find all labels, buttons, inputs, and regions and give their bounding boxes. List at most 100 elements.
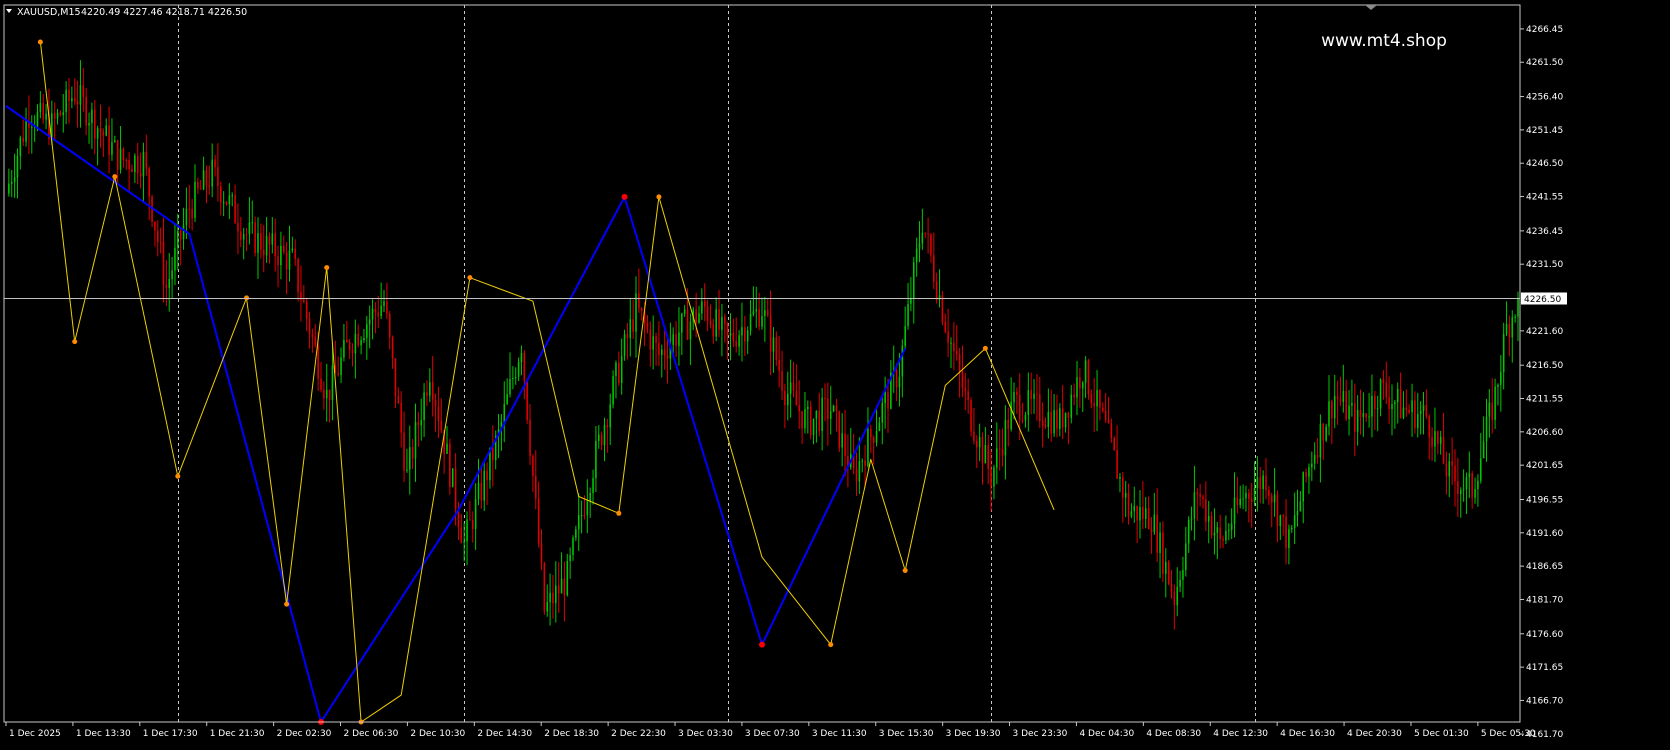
candle-body bbox=[1428, 416, 1431, 438]
candle-body bbox=[924, 232, 927, 234]
candle-body bbox=[1167, 561, 1170, 584]
candle-body bbox=[1394, 402, 1396, 405]
time-tick-label: 3 Dec 07:30 bbox=[745, 729, 800, 739]
candle-body bbox=[10, 181, 13, 184]
candle-body bbox=[1064, 412, 1067, 428]
candle-body bbox=[738, 335, 740, 347]
candle-body bbox=[512, 378, 514, 380]
time-tick-label: 2 Dec 14:30 bbox=[477, 729, 532, 739]
candle-body bbox=[1239, 499, 1242, 506]
candle-body bbox=[1150, 528, 1153, 533]
candle-body bbox=[62, 112, 65, 116]
candle-body bbox=[343, 339, 345, 358]
candle-body bbox=[420, 420, 423, 426]
candle-body bbox=[1288, 529, 1290, 549]
candle-body bbox=[592, 478, 594, 494]
candle-body bbox=[1030, 390, 1032, 399]
candle-body bbox=[394, 358, 397, 397]
candle-body bbox=[277, 256, 279, 266]
candle-body bbox=[68, 89, 70, 102]
candle-body bbox=[1276, 494, 1279, 526]
candle-body bbox=[612, 376, 614, 405]
candle-body bbox=[1185, 543, 1187, 571]
candle-body bbox=[1402, 407, 1405, 418]
candle-body bbox=[1365, 413, 1368, 418]
candle-body bbox=[1193, 492, 1196, 519]
candle-body bbox=[1259, 477, 1262, 489]
candle-body bbox=[618, 362, 620, 384]
candle-body bbox=[199, 188, 202, 190]
price-tick-label: 4211.55 bbox=[1526, 395, 1563, 405]
candle-body bbox=[746, 330, 749, 342]
candle-body bbox=[377, 312, 380, 317]
candle-body bbox=[978, 437, 981, 448]
candle-body bbox=[589, 493, 591, 502]
candle-body bbox=[82, 85, 85, 97]
time-tick-label: 2 Dec 22:30 bbox=[611, 729, 666, 739]
time-tick-label: 4 Dec 12:30 bbox=[1213, 729, 1268, 739]
candle-body bbox=[1359, 409, 1362, 418]
candle-body bbox=[1219, 527, 1221, 539]
candle-body bbox=[532, 456, 534, 476]
candle-body bbox=[632, 319, 634, 332]
candle-body bbox=[623, 334, 626, 356]
candle-body bbox=[1119, 476, 1121, 479]
candle-body bbox=[1345, 390, 1347, 420]
candle-body bbox=[1253, 488, 1256, 502]
candle-body bbox=[159, 241, 162, 243]
candle-body bbox=[122, 148, 125, 161]
candle-body bbox=[271, 233, 274, 245]
candle-body bbox=[188, 208, 191, 210]
candle-body bbox=[474, 498, 477, 530]
candle-body bbox=[234, 195, 236, 224]
candle-body bbox=[471, 520, 474, 530]
candle-body bbox=[45, 113, 47, 120]
candle-body bbox=[454, 468, 457, 510]
candle-body bbox=[297, 258, 299, 292]
symbol-label: XAUUSD,M15 bbox=[17, 7, 81, 18]
price-chart[interactable]: 4266.45 4261.50 4256.40 4251.45 4246.50 4241.… bbox=[0, 0, 1670, 746]
candle-body bbox=[177, 230, 179, 248]
chart-background bbox=[0, 0, 1670, 746]
candle-body bbox=[1474, 489, 1476, 498]
candle-body bbox=[1465, 476, 1468, 490]
candle-body bbox=[268, 235, 271, 245]
candle-body bbox=[142, 151, 145, 177]
candle-body bbox=[282, 245, 285, 253]
candle-body bbox=[958, 354, 961, 372]
candle-body bbox=[1405, 407, 1408, 410]
candle-body bbox=[242, 234, 245, 240]
candle-body bbox=[1479, 458, 1482, 481]
candle-body bbox=[798, 405, 801, 412]
candle-body bbox=[1508, 323, 1511, 338]
candle-body bbox=[1076, 377, 1078, 398]
candle-body bbox=[884, 391, 886, 403]
candle-body bbox=[1050, 411, 1053, 434]
candle-body bbox=[1164, 561, 1167, 574]
candle-body bbox=[735, 341, 738, 347]
candle-body bbox=[1256, 477, 1259, 489]
candle-body bbox=[317, 345, 319, 379]
candle-body bbox=[1273, 494, 1276, 503]
candle-body bbox=[729, 332, 732, 336]
candle-body bbox=[114, 140, 116, 142]
candle-body bbox=[933, 255, 935, 282]
candle-body bbox=[795, 391, 798, 406]
chart-window[interactable]: 4266.45 4261.50 4256.40 4251.45 4246.50 4241.… bbox=[0, 0, 1670, 746]
candle-body bbox=[723, 316, 726, 324]
candle-body bbox=[202, 170, 205, 190]
time-tick-label: 2 Dec 06:30 bbox=[344, 729, 399, 739]
candle-body bbox=[1090, 394, 1093, 404]
candle-body bbox=[348, 342, 351, 351]
price-tick-label: 4216.50 bbox=[1526, 361, 1563, 371]
candle-body bbox=[228, 195, 231, 205]
pivot-minor-marker bbox=[467, 275, 473, 281]
candle-body bbox=[758, 309, 760, 327]
candle-body bbox=[265, 235, 268, 256]
candle-body bbox=[16, 156, 19, 178]
candle-body bbox=[841, 433, 843, 448]
candle-body bbox=[609, 404, 612, 428]
candle-body bbox=[703, 301, 706, 307]
pivot-major-marker bbox=[759, 641, 765, 648]
candle-body bbox=[895, 370, 898, 388]
